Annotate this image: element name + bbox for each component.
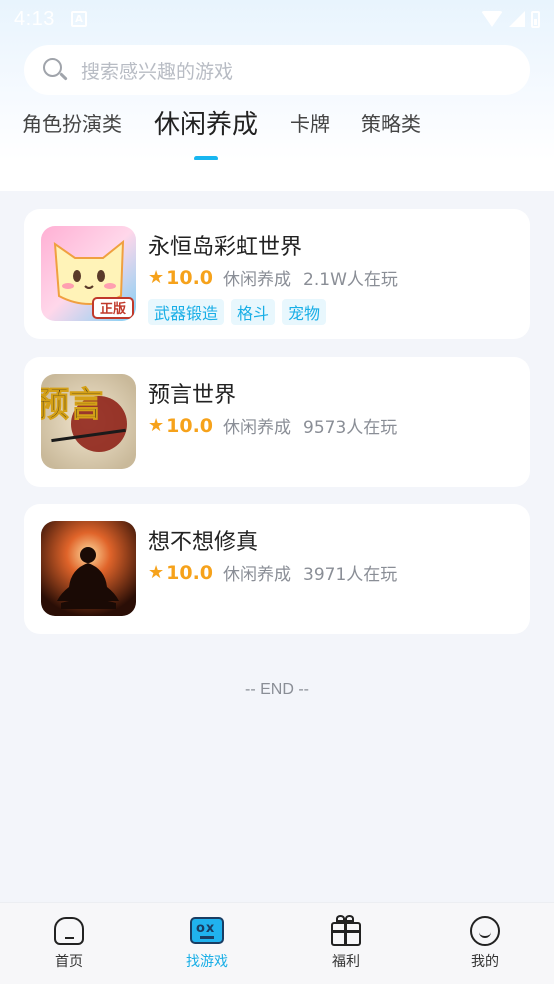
nav-label: 首页 bbox=[55, 954, 83, 970]
game-meta: ★ 10.0 休闲养成 2.1W人在玩 bbox=[148, 265, 398, 291]
game-rating: 10.0 bbox=[166, 266, 214, 289]
gamepad-icon: ox bbox=[190, 917, 224, 944]
star-icon: ★ bbox=[148, 414, 165, 436]
notification-a-icon: A bbox=[70, 11, 87, 27]
prophecy-calligraphy-icon: 预言 bbox=[41, 374, 136, 469]
game-meta: ★ 10.0 休闲养成 3971人在玩 bbox=[148, 560, 398, 586]
game-title: 预言世界 bbox=[148, 383, 237, 408]
star-icon: ★ bbox=[148, 266, 165, 288]
game-rating: 10.0 bbox=[166, 414, 214, 437]
status-time: 4:13 bbox=[14, 7, 55, 30]
list-end-marker: -- END -- bbox=[245, 681, 309, 698]
game-title: 永恒岛彩虹世界 bbox=[148, 235, 303, 260]
game-genre: 休闲养成 bbox=[223, 565, 292, 585]
game-tag: 武器锻造 bbox=[148, 299, 225, 325]
gift-icon bbox=[331, 922, 361, 946]
nav-home[interactable]: 首页 bbox=[24, 915, 114, 971]
search-placeholder[interactable]: 搜索感兴趣的游戏 bbox=[81, 57, 233, 84]
svg-text:预言: 预言 bbox=[41, 385, 103, 425]
tab-cards[interactable]: 卡牌 bbox=[290, 108, 330, 137]
battery-icon bbox=[531, 10, 540, 28]
tab-role-playing[interactable]: 角色扮演类 bbox=[22, 108, 122, 137]
home-icon bbox=[54, 917, 84, 945]
game-tags: 武器锻造 格斗 宠物 bbox=[148, 299, 327, 325]
game-player-count: 9573人在玩 bbox=[303, 418, 398, 438]
cell-signal-icon bbox=[509, 11, 525, 27]
game-player-count: 3971人在玩 bbox=[303, 565, 398, 585]
smiley-icon bbox=[470, 916, 500, 946]
nav-label: 找游戏 bbox=[186, 954, 228, 970]
tabs-divider-band bbox=[0, 160, 554, 191]
game-genre: 休闲养成 bbox=[223, 270, 292, 290]
game-tag: 宠物 bbox=[282, 299, 327, 325]
game-tag: 格斗 bbox=[231, 299, 276, 325]
nav-find-games[interactable]: ox 找游戏 bbox=[162, 915, 252, 971]
tab-strategy[interactable]: 策略类 bbox=[361, 108, 421, 137]
game-card[interactable]: 预言 预言世界 ★ 10.0 休闲养成 9573人在玩 bbox=[24, 357, 530, 487]
game-rating: 10.0 bbox=[166, 561, 214, 584]
game-card[interactable]: 正版 永恒岛彩虹世界 ★ 10.0 休闲养成 2.1W人在玩 武器锻造 格斗 宠… bbox=[24, 209, 530, 339]
game-title: 想不想修真 bbox=[148, 530, 259, 555]
search-icon bbox=[42, 57, 68, 83]
game-player-count: 2.1W人在玩 bbox=[303, 270, 398, 290]
status-bar: 4:13 A bbox=[0, 0, 554, 38]
bottom-nav: 首页 ox 找游戏 福利 我的 bbox=[0, 902, 554, 984]
status-indicators bbox=[481, 10, 540, 28]
wifi-icon bbox=[481, 11, 503, 27]
star-icon: ★ bbox=[148, 561, 165, 583]
category-tabs: 角色扮演类 休闲养成 卡牌 策略类 bbox=[0, 108, 554, 161]
game-genre: 休闲养成 bbox=[223, 418, 292, 438]
search-bar[interactable]: 搜索感兴趣的游戏 bbox=[24, 45, 530, 95]
tab-casual-idle[interactable]: 休闲养成 bbox=[154, 104, 258, 141]
game-card[interactable]: 想不想修真 ★ 10.0 休闲养成 3971人在玩 bbox=[24, 504, 530, 634]
nav-label: 福利 bbox=[332, 954, 360, 970]
svg-text:正版: 正版 bbox=[100, 301, 126, 317]
nav-mine[interactable]: 我的 bbox=[440, 915, 530, 971]
nav-label: 我的 bbox=[471, 954, 499, 970]
nav-welfare[interactable]: 福利 bbox=[301, 915, 391, 971]
cute-cat-game-icon: 正版 bbox=[41, 226, 136, 321]
game-meta: ★ 10.0 休闲养成 9573人在玩 bbox=[148, 413, 398, 439]
meditating-cultivator-icon bbox=[41, 521, 136, 616]
